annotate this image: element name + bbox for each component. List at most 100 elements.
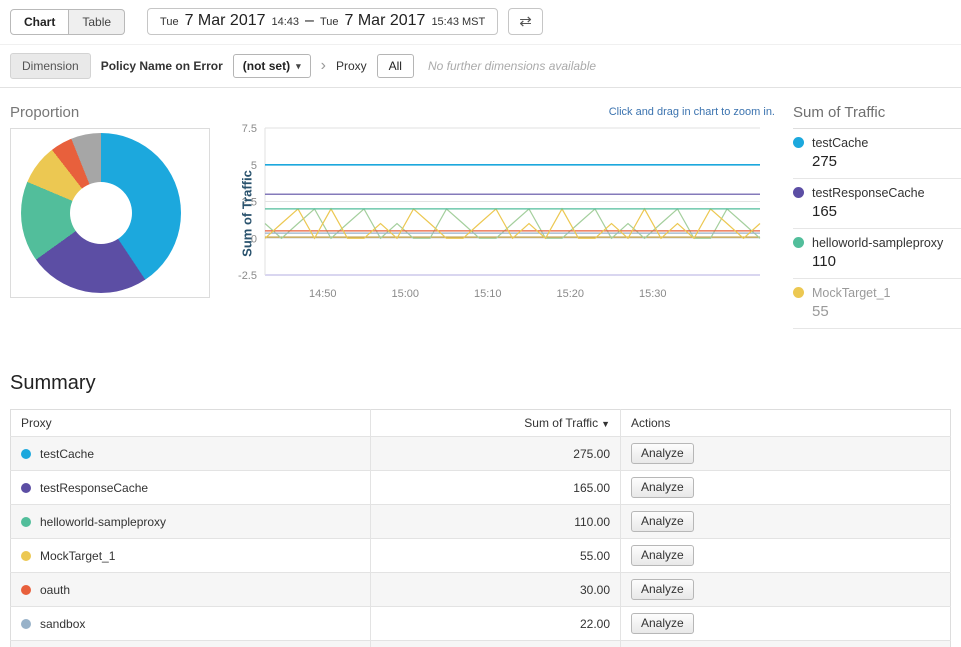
analyze-button[interactable]: Analyze xyxy=(631,545,694,566)
legend-series-name: helloworld-sampleproxy xyxy=(812,236,943,250)
series-color-dot xyxy=(793,287,804,298)
dimension-value-dropdown[interactable]: (not set) ▾ xyxy=(233,54,311,78)
series-color-dot xyxy=(793,187,804,198)
zoom-hint: Click and drag in chart to zoom in. xyxy=(540,106,775,118)
table-toggle-button[interactable]: Table xyxy=(69,9,125,35)
svg-text:15:00: 15:00 xyxy=(391,288,419,300)
analyze-button[interactable]: Analyze xyxy=(631,579,694,600)
series-color-dot xyxy=(21,551,31,561)
series-color-dot xyxy=(21,585,31,595)
end-date: 7 Mar 2017 xyxy=(345,12,426,30)
proxy-label: Proxy xyxy=(336,59,367,73)
y-axis-label: Sum of Traffic xyxy=(240,154,255,274)
traffic-value: 165.00 xyxy=(371,471,621,505)
app-root: Chart Table Tue 7 Mar 2017 14:43 – Tue 7… xyxy=(0,0,961,647)
traffic-value: 16.00 xyxy=(371,641,621,647)
legend-item[interactable]: helloworld-sampleproxy 110 xyxy=(793,229,961,279)
proxy-name: helloworld-sampleproxy xyxy=(40,515,166,529)
refresh-icon: ⇄ xyxy=(519,13,532,30)
proportion-donut-container xyxy=(10,128,210,298)
legend-title: Sum of Traffic xyxy=(793,104,961,129)
proportion-donut-chart[interactable] xyxy=(21,133,181,293)
proxy-all-button[interactable]: All xyxy=(377,54,414,78)
table-row: helloworld-sampleproxy 110.00 Analyze xyxy=(11,505,951,539)
analyze-button[interactable]: Analyze xyxy=(631,477,694,498)
analyze-button[interactable]: Analyze xyxy=(631,511,694,532)
summary-section: Summary Proxy Sum of Traffic▼ Actions te… xyxy=(0,372,961,647)
column-header-proxy: Proxy xyxy=(11,410,371,437)
table-row: mgmtapi16.00Analyze xyxy=(11,641,951,647)
legend-item[interactable]: testCache 275 xyxy=(793,129,961,179)
legend-series-value: 110 xyxy=(812,253,961,270)
series-color-dot xyxy=(21,483,31,493)
svg-text:7.5: 7.5 xyxy=(242,123,257,135)
legend-series-name: testCache xyxy=(812,136,868,150)
legend-panel: Sum of Traffic testCache 275 testResponseC… xyxy=(793,104,961,329)
series-color-dot xyxy=(21,619,31,629)
proxy-name: sandbox xyxy=(40,617,85,631)
date-range-separator: – xyxy=(305,12,314,30)
traffic-value: 22.00 xyxy=(371,607,621,641)
end-time: 15:43 MST xyxy=(431,16,485,28)
legend-item[interactable]: MockTarget_1 55 xyxy=(793,279,961,329)
proxy-name: oauth xyxy=(40,583,70,597)
traffic-value: 110.00 xyxy=(371,505,621,539)
traffic-value: 275.00 xyxy=(371,437,621,471)
legend-series-value: 165 xyxy=(812,203,961,220)
start-time: 14:43 xyxy=(272,16,300,28)
donut-hole xyxy=(70,182,132,244)
table-header-row: Proxy Sum of Traffic▼ Actions xyxy=(11,410,951,437)
series-color-dot xyxy=(793,137,804,148)
svg-text:15:10: 15:10 xyxy=(474,288,502,300)
charts-section: Proportion Click and drag in chart to zo… xyxy=(0,88,961,346)
svg-text:15:30: 15:30 xyxy=(639,288,667,300)
sort-desc-icon: ▼ xyxy=(601,419,610,429)
start-day-of-week: Tue xyxy=(160,16,179,28)
line-chart-container: Sum of Traffic 7.552.50-2.514:5015:0015:… xyxy=(225,120,780,320)
end-day-of-week: Tue xyxy=(320,16,339,28)
dimension-toolbar: Dimension Policy Name on Error (not set)… xyxy=(0,45,961,88)
traffic-value: 30.00 xyxy=(371,573,621,607)
chart-toggle-button[interactable]: Chart xyxy=(10,9,69,35)
series-color-dot xyxy=(21,517,31,527)
legend-series-name: MockTarget_1 xyxy=(812,286,891,300)
proxy-name: MockTarget_1 xyxy=(40,549,115,563)
series-color-dot xyxy=(21,449,31,459)
dimension-button[interactable]: Dimension xyxy=(10,53,91,79)
dimension-value: (not set) xyxy=(243,59,290,73)
series-color-dot xyxy=(793,237,804,248)
svg-text:15:20: 15:20 xyxy=(556,288,584,300)
analyze-button[interactable]: Analyze xyxy=(631,443,694,464)
proxy-name: testResponseCache xyxy=(40,481,148,495)
legend-items: testCache 275 testResponseCache 165 hellowor… xyxy=(793,129,961,329)
start-date: 7 Mar 2017 xyxy=(185,12,266,30)
proportion-title: Proportion xyxy=(10,104,79,121)
traffic-value: 55.00 xyxy=(371,539,621,573)
table-row: sandbox 22.00 Analyze xyxy=(11,607,951,641)
legend-item[interactable]: testResponseCache 165 xyxy=(793,179,961,229)
date-range-picker[interactable]: Tue 7 Mar 2017 14:43 – Tue 7 Mar 2017 15… xyxy=(147,8,498,35)
dimension-name-label: Policy Name on Error xyxy=(101,59,223,73)
legend-series-value: 55 xyxy=(812,303,961,320)
summary-title: Summary xyxy=(10,372,951,395)
proxy-name: testCache xyxy=(40,447,94,461)
top-toolbar: Chart Table Tue 7 Mar 2017 14:43 – Tue 7… xyxy=(0,0,961,45)
table-row: MockTarget_1 55.00 Analyze xyxy=(11,539,951,573)
dimensions-note: No further dimensions available xyxy=(428,59,596,73)
column-header-traffic[interactable]: Sum of Traffic▼ xyxy=(371,410,621,437)
traffic-line-chart[interactable]: 7.552.50-2.514:5015:0015:1015:2015:30 xyxy=(225,120,780,310)
legend-series-name: testResponseCache xyxy=(812,186,925,200)
chevron-right-icon: › xyxy=(321,58,326,74)
svg-text:14:50: 14:50 xyxy=(309,288,337,300)
table-row: oauth 30.00 Analyze xyxy=(11,573,951,607)
caret-down-icon: ▾ xyxy=(296,61,301,72)
view-toggle: Chart Table xyxy=(10,9,125,35)
column-header-traffic-label: Sum of Traffic xyxy=(524,416,598,430)
refresh-button[interactable]: ⇄ xyxy=(508,8,543,35)
analyze-button[interactable]: Analyze xyxy=(631,613,694,634)
summary-table: Proxy Sum of Traffic▼ Actions testCache 2… xyxy=(10,409,951,647)
legend-series-value: 275 xyxy=(812,153,961,170)
table-row: testCache 275.00 Analyze xyxy=(11,437,951,471)
table-row: testResponseCache 165.00 Analyze xyxy=(11,471,951,505)
column-header-actions: Actions xyxy=(621,410,951,437)
